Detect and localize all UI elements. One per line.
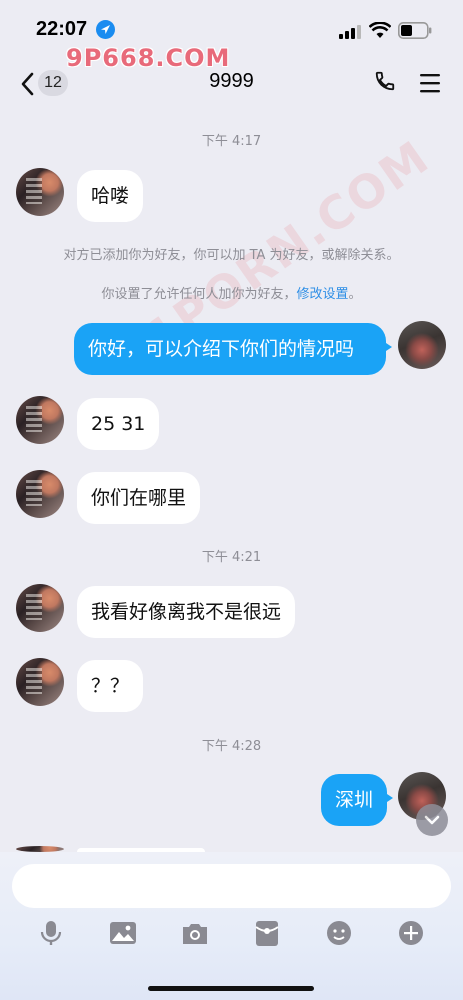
wifi-icon [368, 21, 392, 43]
incoming-message[interactable]: 我看好像离我不是很远 [77, 586, 296, 638]
cellular-signal-icon [339, 24, 361, 43]
system-notice-text: 你设置了允许任何人加你为好友， [101, 287, 297, 302]
chevron-down-icon [416, 815, 448, 840]
composer-area [0, 852, 463, 1000]
status-bar: 22:07 9P668.COM [0, 0, 463, 72]
contact-avatar[interactable] [16, 584, 64, 632]
menu-button[interactable] [418, 72, 442, 94]
contact-avatar[interactable] [16, 396, 64, 444]
outgoing-message[interactable]: 你好，可以介绍下你们的情况吗 [74, 323, 392, 375]
camera-button[interactable] [180, 918, 210, 948]
photo-button[interactable] [108, 918, 138, 948]
voice-button[interactable] [36, 918, 66, 948]
image-icon [108, 922, 138, 952]
system-notice-settings: 你设置了允许任何人加你为好友，修改设置。 [0, 283, 463, 302]
phone-icon [374, 71, 396, 96]
timestamp: 下午 4:21 [201, 550, 262, 565]
emoji-icon [324, 921, 354, 952]
incoming-message[interactable]: ？？ [77, 660, 144, 712]
red-packet-button[interactable] [252, 918, 282, 948]
status-time: 22:07 [36, 18, 88, 40]
incoming-message[interactable]: 25 31 [77, 398, 160, 450]
emoji-button[interactable] [324, 918, 354, 948]
contact-avatar[interactable] [16, 470, 64, 518]
scroll-to-bottom-button[interactable] [416, 804, 448, 836]
incoming-message[interactable]: 哈喽 [77, 170, 144, 222]
timestamp: 下午 4:28 [201, 739, 262, 754]
more-button[interactable] [396, 918, 426, 948]
system-notice: 对方已添加你为好友，你可以加 TA 为好友，或解除关系。 [63, 248, 400, 263]
incoming-message[interactable]: 你们在哪里 [77, 472, 201, 524]
timestamp: 下午 4:17 [201, 134, 262, 149]
chat-header: 12 9999 [0, 60, 463, 106]
home-indicator[interactable] [148, 986, 314, 991]
plus-icon [396, 921, 426, 952]
hamburger-menu-icon [418, 74, 442, 98]
system-notice-period: 。 [348, 287, 362, 302]
outgoing-message[interactable]: 深圳 [321, 774, 394, 826]
contact-avatar[interactable] [16, 658, 64, 706]
red-packet-icon [252, 921, 282, 952]
camera-icon [180, 924, 210, 952]
my-avatar[interactable] [398, 321, 446, 369]
battery-icon [398, 22, 432, 43]
phone-call-button[interactable] [374, 70, 400, 96]
location-arrow-icon [96, 20, 115, 39]
message-input[interactable] [12, 864, 451, 908]
microphone-icon [36, 921, 66, 952]
contact-avatar[interactable] [16, 168, 64, 216]
modify-settings-link[interactable]: 修改设置 [296, 287, 348, 302]
